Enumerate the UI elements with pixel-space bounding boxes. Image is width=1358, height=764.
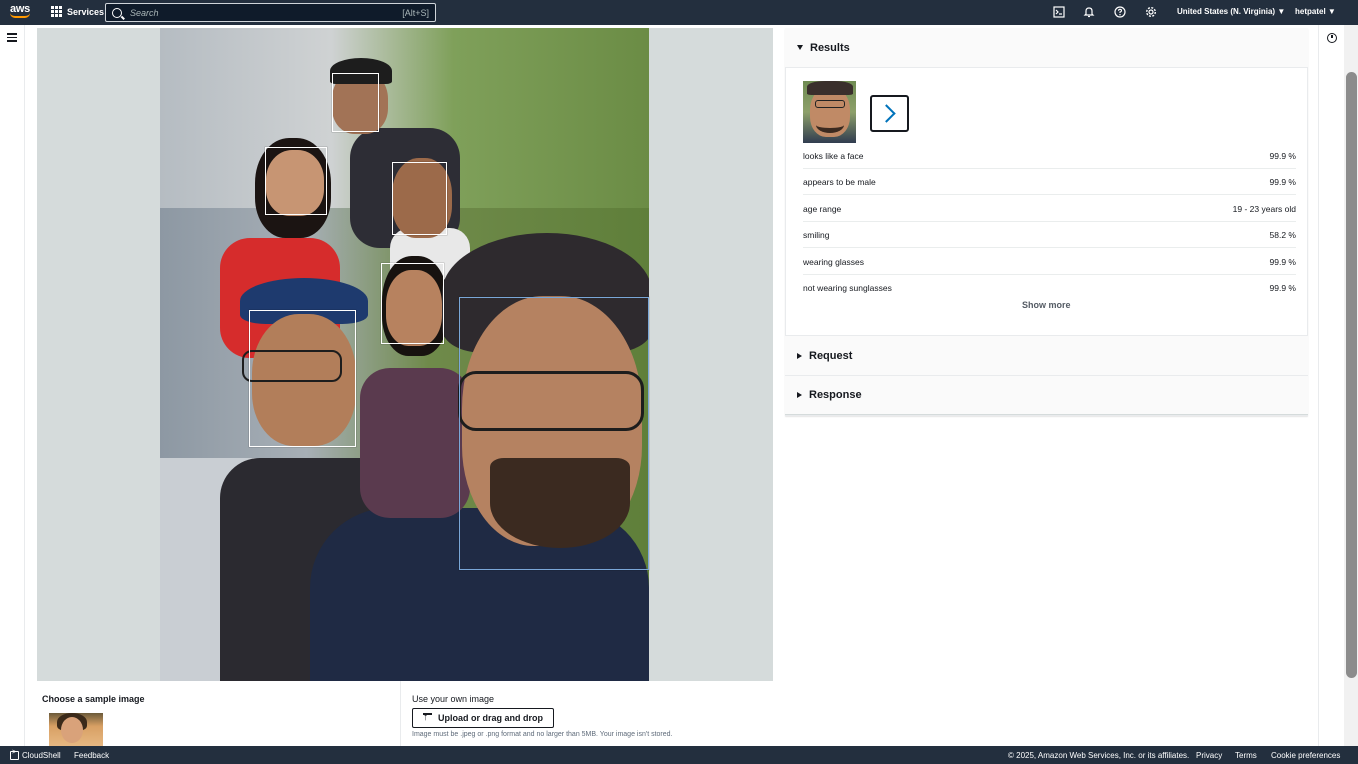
face-bounding-box[interactable] — [265, 147, 327, 215]
cap — [807, 81, 853, 95]
services-label: Services — [67, 6, 105, 17]
scrollbar-thumb[interactable] — [1346, 72, 1357, 678]
face-bounding-box[interactable] — [392, 162, 447, 235]
person-shirt — [360, 368, 470, 518]
attribute-value: 99.9 % — [1269, 256, 1296, 267]
selected-face-thumbnail[interactable] — [803, 81, 856, 143]
response-section-header[interactable]: Response — [785, 375, 1308, 415]
attribute-row: looks like a face 99.9 % — [803, 143, 1296, 169]
beard — [816, 117, 844, 133]
upload-button[interactable]: Upload or drag and drop — [412, 708, 554, 728]
face-bounding-box[interactable] — [381, 263, 444, 344]
face-bounding-box[interactable] — [332, 73, 379, 132]
top-navigation: aws Services Search [Alt+S] United State… — [0, 0, 1358, 25]
search-shortcut: [Alt+S] — [402, 7, 429, 18]
attribute-row: wearing glasses 99.9 % — [803, 249, 1296, 275]
attribute-value: 99.9 % — [1269, 150, 1296, 161]
face-bounding-box[interactable] — [249, 310, 356, 447]
attribute-value: 99.9 % — [1269, 176, 1296, 187]
attribute-value: 58.2 % — [1269, 229, 1296, 240]
attribute-label: wearing glasses — [803, 256, 864, 267]
terms-link[interactable]: Terms — [1235, 751, 1257, 760]
copyright-text: © 2025, Amazon Web Services, Inc. or its… — [1008, 751, 1190, 760]
results-title: Results — [810, 41, 850, 54]
help-icon[interactable] — [1114, 6, 1126, 18]
choose-sample-heading: Choose a sample image — [42, 694, 145, 704]
region-selector[interactable]: United States (N. Virginia) ▼ — [1177, 7, 1285, 16]
cloudshell-icon — [10, 749, 19, 760]
response-title: Response — [809, 389, 862, 401]
account-menu[interactable]: hetpatel ▼ — [1295, 7, 1336, 16]
caret-right-icon — [797, 352, 802, 359]
upload-hint: Image must be .jpeg or .png format and n… — [412, 731, 673, 738]
glasses — [815, 100, 845, 108]
attribute-label: not wearing sunglasses — [803, 283, 892, 293]
side-navigation-strip — [0, 25, 25, 746]
feedback-link[interactable]: Feedback — [74, 751, 109, 760]
attribute-row: not wearing sunglasses 99.9 % — [803, 275, 1296, 301]
face — [61, 717, 83, 743]
privacy-link[interactable]: Privacy — [1196, 751, 1222, 760]
gear-icon[interactable] — [1145, 6, 1157, 18]
search-input[interactable]: Search [Alt+S] — [105, 3, 436, 22]
next-face-button[interactable] — [870, 95, 909, 132]
cloudshell-button[interactable]: CloudShell — [10, 749, 61, 760]
selected-face-bounding-box[interactable] — [459, 297, 649, 570]
search-icon — [112, 7, 122, 18]
caret-right-icon — [797, 392, 802, 398]
cloudshell-label: CloudShell — [22, 751, 61, 760]
chevron-right-icon — [877, 104, 896, 123]
show-more-button[interactable]: Show more — [1022, 300, 1071, 310]
attribute-row: smiling 58.2 % — [803, 222, 1296, 248]
aws-logo-text: aws — [10, 3, 30, 15]
request-section-header[interactable]: Request — [785, 335, 1308, 375]
own-image-heading: Use your own image — [412, 694, 495, 704]
upload-button-label: Upload or drag and drop — [438, 713, 543, 723]
footer: CloudShell Feedback © 2025, Amazon Web S… — [0, 746, 1358, 764]
upload-icon — [423, 712, 432, 724]
grid-icon — [51, 6, 62, 17]
attribute-label: age range — [803, 203, 842, 214]
attribute-label: appears to be male — [803, 176, 876, 187]
menu-icon[interactable] — [7, 33, 17, 42]
attribute-label: looks like a face — [803, 150, 864, 161]
aws-logo[interactable]: aws — [10, 4, 34, 21]
services-menu-button[interactable]: Services — [51, 6, 104, 17]
tools-strip — [1318, 25, 1344, 746]
search-placeholder: Search — [130, 7, 159, 18]
bell-icon[interactable] — [1083, 6, 1095, 18]
sample-image-thumbnail[interactable] — [49, 713, 103, 746]
request-title: Request — [809, 349, 853, 362]
cloudshell-icon[interactable] — [1053, 6, 1065, 18]
cookie-preferences-link[interactable]: Cookie preferences — [1271, 751, 1340, 760]
attribute-value: 99.9 % — [1269, 283, 1296, 293]
attribute-label: smiling — [803, 229, 830, 240]
caret-down-icon — [797, 45, 803, 50]
attribute-row: appears to be male 99.9 % — [803, 169, 1296, 195]
attribute-row: age range 19 - 23 years old — [803, 196, 1296, 222]
attribute-value: 19 - 23 years old — [1232, 203, 1296, 214]
history-icon[interactable] — [1327, 33, 1337, 43]
results-section-header[interactable]: Results — [785, 28, 1308, 68]
